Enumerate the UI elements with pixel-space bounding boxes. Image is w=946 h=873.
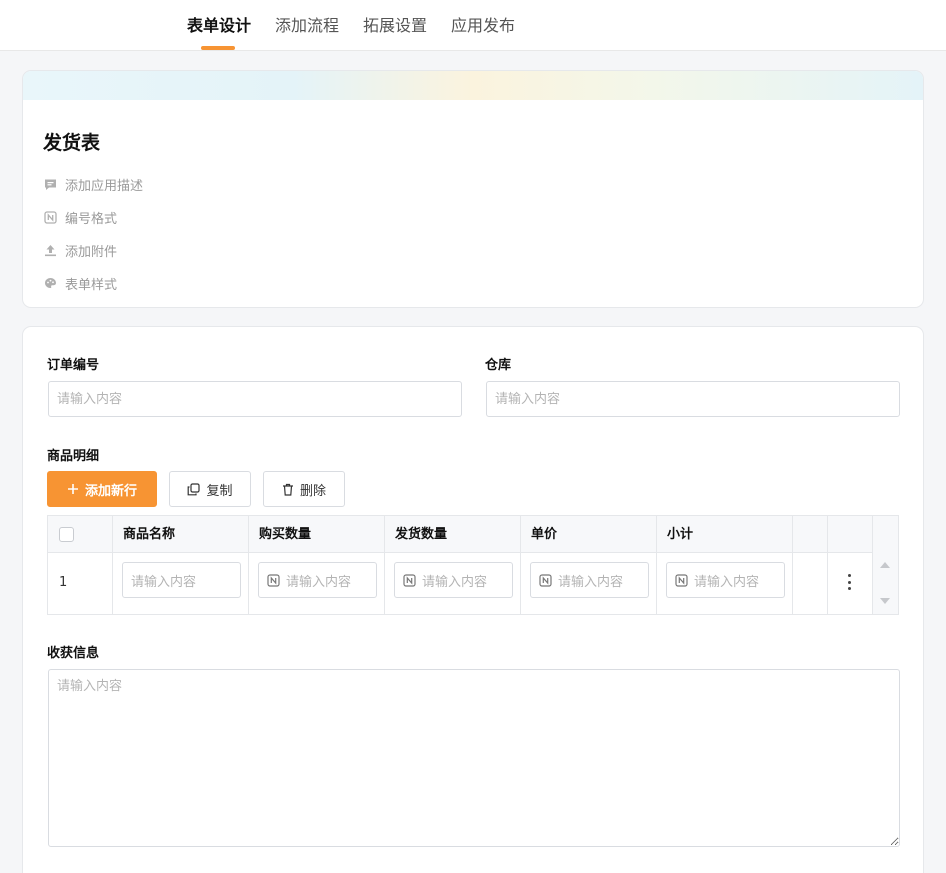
number-icon <box>539 573 552 587</box>
subtotal-placeholder: 请输入内容 <box>694 574 760 590</box>
add-row-label: 添加新行 <box>84 483 137 499</box>
copy-button[interactable]: 复制 <box>169 471 251 507</box>
add-attachment-label: 添加附件 <box>65 245 118 260</box>
add-attachment-link[interactable]: 添加附件 <box>43 234 143 267</box>
purchase-qty-placeholder: 请输入内容 <box>286 574 352 590</box>
copy-icon <box>188 482 201 495</box>
select-all-cell <box>48 516 113 553</box>
comment-icon <box>43 178 57 192</box>
copy-label: 复制 <box>206 483 233 499</box>
scroll-down-arrow-icon[interactable] <box>880 598 890 604</box>
receipt-info-label: 收获信息 <box>47 646 100 661</box>
tab-app-publish[interactable]: 应用发布 <box>451 0 515 51</box>
order-no-label: 订单编号 <box>47 358 100 373</box>
palette-icon <box>43 277 57 291</box>
form-style-label: 表单样式 <box>65 278 118 293</box>
delete-label: 删除 <box>299 483 326 499</box>
number-format-link[interactable]: 编号格式 <box>43 201 143 234</box>
ship-qty-cell: 请输入内容 <box>385 553 521 614</box>
tab-form-design[interactable]: 表单设计 <box>187 0 251 51</box>
add-description-label: 添加应用描述 <box>65 179 144 194</box>
number-icon <box>403 573 416 587</box>
order-no-input[interactable] <box>48 381 462 417</box>
form-header-card: 发货表 添加应用描述 编号格式 添加附件 表单样式 <box>22 70 924 308</box>
table-header: 商品名称 购买数量 发货数量 单价 小计 <box>48 516 898 553</box>
header-banner <box>23 71 923 100</box>
warehouse-input[interactable] <box>486 381 900 417</box>
product-name-placeholder: 请输入内容 <box>131 574 197 590</box>
purchase-qty-cell: 请输入内容 <box>249 553 385 614</box>
unit-price-cell: 请输入内容 <box>521 553 657 614</box>
number-icon <box>675 573 688 587</box>
form-style-link[interactable]: 表单样式 <box>43 267 143 300</box>
row-action-cell <box>828 553 873 614</box>
add-description-link[interactable]: 添加应用描述 <box>43 168 143 201</box>
number-format-label: 编号格式 <box>65 212 118 227</box>
row-index-cell: 1 <box>48 553 113 614</box>
header-meta-list: 添加应用描述 编号格式 添加附件 表单样式 <box>43 168 143 300</box>
purchase-qty-input[interactable]: 请输入内容 <box>258 562 377 598</box>
subtotal-cell: 请输入内容 <box>657 553 793 614</box>
add-row-button[interactable]: 添加新行 <box>47 471 157 507</box>
column-header: 购买数量 <box>249 516 385 553</box>
receipt-info-textarea[interactable] <box>48 669 900 847</box>
unit-price-input[interactable]: 请输入内容 <box>530 562 649 598</box>
select-all-checkbox[interactable] <box>59 527 74 542</box>
column-header: 单价 <box>521 516 657 553</box>
table-row: 1 请输入内容 请输入内容 请输入内容 请输入内容 请输入内容 <box>48 553 898 614</box>
empty-header-cell <box>793 516 828 553</box>
product-name-cell: 请输入内容 <box>113 553 249 614</box>
ship-qty-placeholder: 请输入内容 <box>422 574 488 590</box>
subtotal-input[interactable]: 请输入内容 <box>666 562 785 598</box>
trash-icon <box>282 483 293 496</box>
warehouse-label: 仓库 <box>485 358 512 373</box>
tab-extension-settings[interactable]: 拓展设置 <box>363 0 427 51</box>
table-scrollbar[interactable] <box>873 516 898 614</box>
form-title[interactable]: 发货表 <box>43 128 100 155</box>
form-body-card: 订单编号 仓库 商品明细 添加新行 复制 删除 商品名称 购买数量 发货数量 单… <box>22 326 924 873</box>
more-options-icon[interactable] <box>845 574 853 590</box>
number-format-icon <box>43 211 57 225</box>
action-header-cell <box>828 516 873 553</box>
delete-button[interactable]: 删除 <box>263 471 345 507</box>
column-header: 商品名称 <box>113 516 249 553</box>
product-details-table: 商品名称 购买数量 发货数量 单价 小计 1 请输入内容 请输入内容 请输入内容… <box>47 515 899 615</box>
product-details-label: 商品明细 <box>47 449 100 464</box>
upload-icon <box>43 244 57 258</box>
row-index: 1 <box>59 575 68 590</box>
scroll-up-arrow-icon[interactable] <box>880 562 890 568</box>
top-tab-bar: 表单设计 添加流程 拓展设置 应用发布 <box>0 0 946 51</box>
empty-cell <box>793 553 828 614</box>
column-header: 小计 <box>657 516 793 553</box>
ship-qty-input[interactable]: 请输入内容 <box>394 562 513 598</box>
product-name-input[interactable]: 请输入内容 <box>122 562 241 598</box>
unit-price-placeholder: 请输入内容 <box>558 574 624 590</box>
column-header: 发货数量 <box>385 516 521 553</box>
tab-list: 表单设计 添加流程 拓展设置 应用发布 <box>187 0 539 51</box>
plus-icon <box>67 484 78 494</box>
number-icon <box>267 573 280 587</box>
tab-add-process[interactable]: 添加流程 <box>275 0 339 51</box>
